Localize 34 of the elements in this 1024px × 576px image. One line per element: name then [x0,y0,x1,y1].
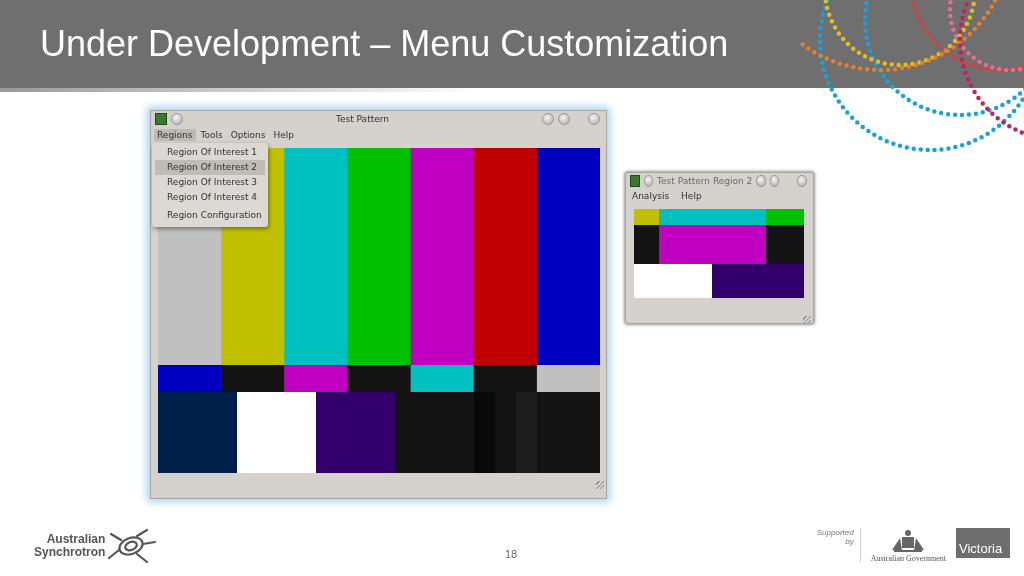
menu-item[interactable]: Help [270,128,297,141]
app-icon[interactable] [155,113,167,125]
menu-item[interactable]: Help [681,191,702,201]
menu-option[interactable]: Region Of Interest 2 [155,160,265,175]
page-number: 18 [505,548,518,560]
minimize-button[interactable] [756,175,766,187]
menu-option[interactable]: Region Of Interest 1 [155,145,265,160]
slide-title: Under Development – Menu Customization [40,23,729,65]
maximize-button[interactable] [558,113,570,125]
menu-item[interactable]: Tools [197,128,226,141]
window-title: Test Pattern [335,114,390,124]
menu-item[interactable]: Options [227,128,269,141]
government-name: Australian Government [870,554,946,563]
menu-option[interactable]: Region Configuration [155,208,265,223]
logo-text: Victoria [959,542,1004,556]
window-menu-button[interactable] [171,113,183,125]
minimize-button[interactable] [542,113,554,125]
close-button[interactable] [797,175,807,187]
close-button[interactable] [588,113,600,125]
menu-item[interactable]: Regions [154,128,196,141]
resize-grip-icon[interactable] [596,481,604,489]
swirl-logo-icon [107,528,158,564]
logo-text: Synchrotron [34,546,106,559]
window-menu-button[interactable] [643,175,654,187]
menu-option[interactable]: Region Of Interest 3 [155,175,265,190]
maximize-button[interactable] [769,175,780,187]
app-icon[interactable] [630,175,640,187]
supported-text: Supported [816,528,854,537]
menu-item[interactable]: Analysis [632,191,670,201]
by-text: by [845,537,854,546]
logo-text: Australian [46,533,106,546]
menu-option[interactable]: Region Of Interest 4 [155,190,265,205]
resize-grip-icon[interactable] [803,316,811,324]
window-title: Test Pattern Region 2 [657,176,753,186]
